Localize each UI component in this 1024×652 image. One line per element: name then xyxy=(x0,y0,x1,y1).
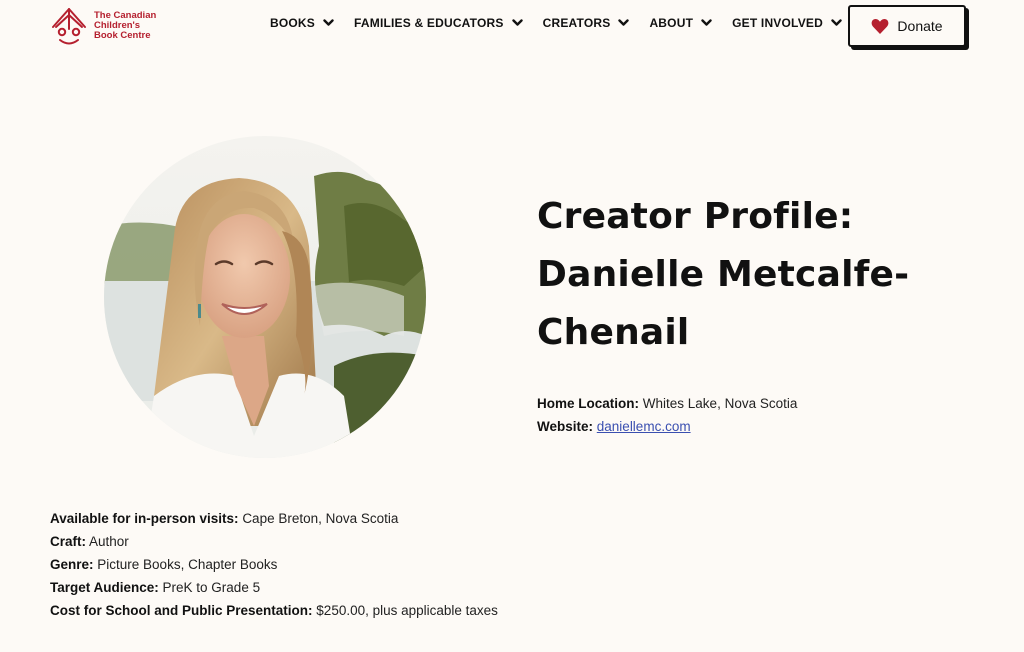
nav-label: ABOUT xyxy=(649,16,694,30)
website-row: Website: daniellemc.com xyxy=(537,415,797,438)
creator-photo xyxy=(104,136,426,458)
home-location-label: Home Location: xyxy=(537,396,640,411)
craft-value: Author xyxy=(89,534,129,549)
nav-label: CREATORS xyxy=(542,16,611,30)
creator-contact-info: Home Location: Whites Lake, Nova Scotia … xyxy=(537,392,797,438)
home-location-value: Whites Lake, Nova Scotia xyxy=(642,396,798,411)
nav-label: BOOKS xyxy=(270,16,316,30)
genre-label: Genre: xyxy=(50,557,94,572)
logo-text: The Canadian Children's Book Centre xyxy=(94,11,156,41)
cost-value: $250.00, plus applicable taxes xyxy=(316,603,498,618)
nav-item-families-educators[interactable]: FAMILIES & EDUCATORS xyxy=(354,16,523,30)
logo-line-3: Book Centre xyxy=(94,30,151,41)
website-link[interactable]: daniellemc.com xyxy=(597,419,691,434)
heart-icon xyxy=(872,18,889,34)
nav-item-about[interactable]: ABOUT xyxy=(649,16,712,30)
audience-value: PreK to Grade 5 xyxy=(162,580,261,595)
home-location-row: Home Location: Whites Lake, Nova Scotia xyxy=(537,392,797,415)
nav-label: GET INVOLVED xyxy=(732,16,823,30)
visits-row: Available for in-person visits: Cape Bre… xyxy=(50,507,498,530)
creator-details: Available for in-person visits: Cape Bre… xyxy=(50,507,498,622)
site-header: The Canadian Children's Book Centre BOOK… xyxy=(0,0,1024,56)
main-nav: BOOKS FAMILIES & EDUCATORS CREATORS ABOU… xyxy=(270,16,842,30)
chevron-down-icon xyxy=(831,19,842,26)
cost-label: Cost for School and Public Presentation: xyxy=(50,603,313,618)
nav-item-books[interactable]: BOOKS xyxy=(270,16,334,30)
craft-label: Craft: xyxy=(50,534,86,549)
audience-row: Target Audience: PreK to Grade 5 xyxy=(50,576,498,599)
genre-row: Genre: Picture Books, Chapter Books xyxy=(50,553,498,576)
title-line-2: Danielle Metcalfe- xyxy=(537,254,910,295)
nav-item-creators[interactable]: CREATORS xyxy=(543,16,630,30)
chevron-down-icon xyxy=(323,19,334,26)
book-child-logo-icon xyxy=(52,8,86,45)
chevron-down-icon xyxy=(511,19,523,26)
site-logo[interactable]: The Canadian Children's Book Centre xyxy=(50,4,156,48)
audience-label: Target Audience: xyxy=(50,580,159,595)
title-line-3: Chenail xyxy=(537,312,690,353)
donate-button[interactable]: Donate xyxy=(848,5,966,47)
genre-value: Picture Books, Chapter Books xyxy=(97,557,278,572)
visits-label: Available for in-person visits: xyxy=(50,511,239,526)
cost-row: Cost for School and Public Presentation:… xyxy=(50,599,498,622)
visits-value: Cape Breton, Nova Scotia xyxy=(242,511,399,526)
donate-label: Donate xyxy=(897,18,943,34)
website-label: Website: xyxy=(537,419,594,434)
creator-portrait-image xyxy=(104,136,426,458)
nav-label: FAMILIES & EDUCATORS xyxy=(354,16,504,30)
nav-item-get-involved[interactable]: GET INVOLVED xyxy=(732,16,842,30)
title-line-1: Creator Profile: xyxy=(537,196,854,237)
page-title: Creator Profile: Danielle Metcalfe- Chen… xyxy=(537,188,957,362)
chevron-down-icon xyxy=(701,19,712,26)
chevron-down-icon xyxy=(618,19,630,26)
craft-row: Craft: Author xyxy=(50,530,498,553)
